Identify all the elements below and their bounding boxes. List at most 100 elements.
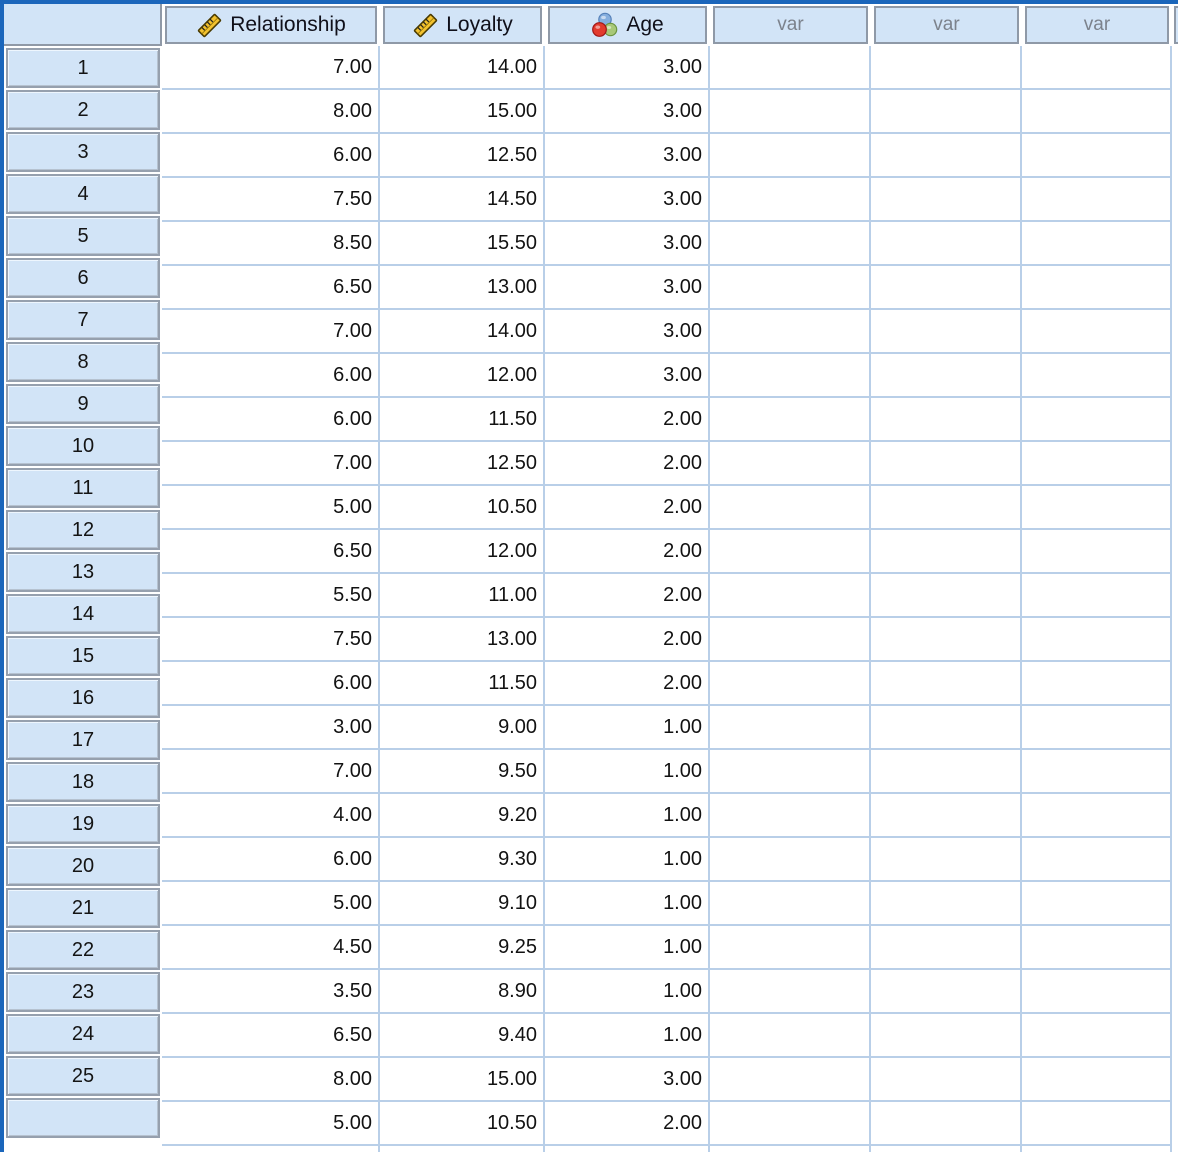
data-cell[interactable]: 7.50	[162, 178, 380, 222]
data-cell[interactable]: 1.00	[545, 750, 710, 794]
empty-data-cell[interactable]	[1022, 618, 1172, 662]
data-cell[interactable]: 10.50	[380, 486, 545, 530]
empty-data-cell[interactable]	[710, 882, 871, 926]
empty-data-cell[interactable]	[1022, 266, 1172, 310]
row-number-button[interactable]: 17	[6, 720, 160, 760]
empty-data-cell[interactable]	[162, 1146, 380, 1152]
data-cell[interactable]: 1.00	[545, 926, 710, 970]
data-cell[interactable]: 11.50	[380, 662, 545, 706]
empty-data-cell[interactable]	[710, 310, 871, 354]
empty-data-cell[interactable]	[871, 750, 1022, 794]
column-header-var-1[interactable]: var	[713, 6, 868, 44]
empty-data-cell[interactable]	[871, 1058, 1022, 1102]
empty-data-cell[interactable]	[1022, 1014, 1172, 1058]
data-cell[interactable]: 8.00	[162, 90, 380, 134]
empty-data-cell[interactable]	[871, 706, 1022, 750]
data-cell[interactable]: 5.00	[162, 1102, 380, 1146]
row-number-button[interactable]: 20	[6, 846, 160, 886]
data-cell[interactable]: 13.00	[380, 618, 545, 662]
empty-data-cell[interactable]	[710, 1014, 871, 1058]
row-number-button[interactable]: 23	[6, 972, 160, 1012]
data-cell[interactable]: 2.00	[545, 574, 710, 618]
data-cell[interactable]: 2.00	[545, 398, 710, 442]
empty-data-cell[interactable]	[1022, 222, 1172, 266]
empty-data-cell[interactable]	[1022, 926, 1172, 970]
empty-data-cell[interactable]	[1022, 750, 1172, 794]
data-cell[interactable]: 11.00	[380, 574, 545, 618]
empty-data-cell[interactable]	[871, 882, 1022, 926]
data-cell[interactable]: 15.50	[380, 222, 545, 266]
data-cell[interactable]: 1.00	[545, 882, 710, 926]
row-number-button[interactable]: 24	[6, 1014, 160, 1054]
data-cell[interactable]: 8.00	[162, 1058, 380, 1102]
data-cell[interactable]: 7.00	[162, 46, 380, 90]
column-header-relationship[interactable]: Relationship	[165, 6, 377, 44]
empty-data-cell[interactable]	[710, 706, 871, 750]
empty-data-cell[interactable]	[1022, 1146, 1172, 1152]
empty-data-cell[interactable]	[1022, 442, 1172, 486]
empty-data-cell[interactable]	[1022, 46, 1172, 90]
row-number-button[interactable]: 21	[6, 888, 160, 928]
empty-data-cell[interactable]	[871, 794, 1022, 838]
data-cell[interactable]: 3.00	[545, 354, 710, 398]
empty-data-cell[interactable]	[1022, 90, 1172, 134]
data-cell[interactable]: 2.00	[545, 662, 710, 706]
data-cell[interactable]: 7.50	[162, 618, 380, 662]
empty-data-cell[interactable]	[1022, 706, 1172, 750]
data-cell[interactable]: 13.00	[380, 266, 545, 310]
empty-data-cell[interactable]	[710, 222, 871, 266]
empty-data-cell[interactable]	[1022, 178, 1172, 222]
empty-data-cell[interactable]	[871, 266, 1022, 310]
empty-data-cell[interactable]	[871, 838, 1022, 882]
row-number-button[interactable]: 12	[6, 510, 160, 550]
empty-data-cell[interactable]	[1022, 530, 1172, 574]
data-cell[interactable]: 6.00	[162, 838, 380, 882]
empty-data-cell[interactable]	[1022, 134, 1172, 178]
row-number-button[interactable]: 5	[6, 216, 160, 256]
data-cell[interactable]: 2.00	[545, 618, 710, 662]
data-cell[interactable]: 2.00	[545, 442, 710, 486]
empty-data-cell[interactable]	[710, 266, 871, 310]
empty-data-cell[interactable]	[1022, 310, 1172, 354]
empty-data-cell[interactable]	[871, 662, 1022, 706]
empty-data-cell[interactable]	[710, 442, 871, 486]
empty-data-cell[interactable]	[871, 310, 1022, 354]
empty-data-cell[interactable]	[710, 574, 871, 618]
empty-data-cell[interactable]	[871, 530, 1022, 574]
data-cell[interactable]: 2.00	[545, 486, 710, 530]
empty-data-cell[interactable]	[871, 574, 1022, 618]
empty-data-cell[interactable]	[1022, 882, 1172, 926]
data-cell[interactable]: 15.00	[380, 1058, 545, 1102]
data-cell[interactable]: 14.00	[380, 310, 545, 354]
empty-data-cell[interactable]	[710, 838, 871, 882]
data-cell[interactable]: 9.50	[380, 750, 545, 794]
data-cell[interactable]: 8.90	[380, 970, 545, 1014]
data-cell[interactable]: 3.00	[545, 46, 710, 90]
empty-data-cell[interactable]	[1022, 662, 1172, 706]
data-cell[interactable]: 6.50	[162, 266, 380, 310]
empty-data-cell[interactable]	[710, 970, 871, 1014]
row-number-button[interactable]: 25	[6, 1056, 160, 1096]
empty-data-cell[interactable]	[710, 926, 871, 970]
column-header-var-2[interactable]: var	[874, 6, 1019, 44]
column-header-age[interactable]: Age	[548, 6, 707, 44]
data-cell[interactable]: 6.50	[162, 530, 380, 574]
data-cell[interactable]: 6.00	[162, 134, 380, 178]
data-cell[interactable]: 3.00	[545, 266, 710, 310]
empty-data-cell[interactable]	[710, 1058, 871, 1102]
row-number-button[interactable]: 11	[6, 468, 160, 508]
data-cell[interactable]: 7.00	[162, 310, 380, 354]
empty-data-cell[interactable]	[1022, 574, 1172, 618]
data-cell[interactable]: 2.00	[545, 1102, 710, 1146]
empty-data-cell[interactable]	[1022, 398, 1172, 442]
data-cell[interactable]: 3.00	[545, 178, 710, 222]
data-cell[interactable]: 2.00	[545, 530, 710, 574]
column-header-var-3[interactable]: var	[1025, 6, 1169, 44]
row-number-button[interactable]: 19	[6, 804, 160, 844]
data-cell[interactable]: 7.00	[162, 750, 380, 794]
data-cell[interactable]: 7.00	[162, 442, 380, 486]
data-cell[interactable]: 4.50	[162, 926, 380, 970]
data-cell[interactable]: 9.25	[380, 926, 545, 970]
empty-data-cell[interactable]	[710, 354, 871, 398]
data-cell[interactable]: 14.00	[380, 46, 545, 90]
